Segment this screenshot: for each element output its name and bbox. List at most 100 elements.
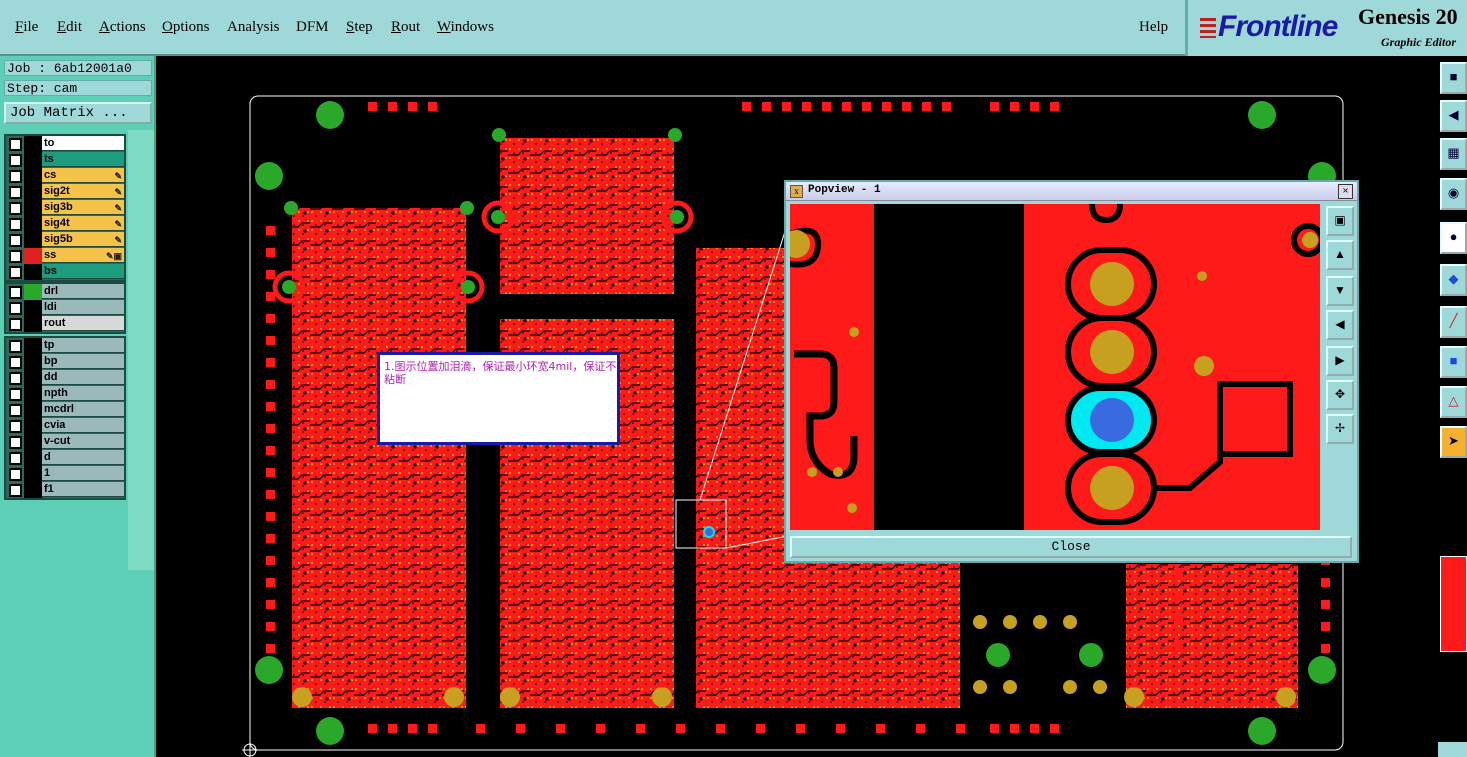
layer-row-mcdrl[interactable]: mcdrl: [6, 402, 124, 418]
layer-affected-indicator[interactable]: [24, 386, 42, 402]
pointer-tool-button[interactable]: ➤: [1440, 426, 1467, 458]
popview-pan-button[interactable]: ✢: [1326, 414, 1354, 444]
popview-titlebar[interactable]: x Popview - 1 ×: [786, 182, 1357, 201]
layer-checkbox[interactable]: [9, 436, 22, 449]
layer-affected-indicator[interactable]: [24, 216, 42, 232]
layer-affected-indicator[interactable]: [24, 264, 42, 280]
layer-row-dd[interactable]: dd: [6, 370, 124, 386]
layer-affected-indicator[interactable]: [24, 284, 42, 300]
layer-row-ldi[interactable]: ldi: [6, 300, 124, 316]
layer-name[interactable]: tp: [42, 338, 124, 353]
layer-affected-indicator[interactable]: [24, 248, 42, 264]
layer-affected-indicator[interactable]: [24, 136, 42, 152]
layer-row-bs[interactable]: bs: [6, 264, 124, 280]
layer-affected-indicator[interactable]: [24, 354, 42, 370]
layer-affected-indicator[interactable]: [24, 184, 42, 200]
menu-edit[interactable]: Edit: [57, 19, 82, 36]
menu-step[interactable]: Step: [346, 19, 373, 36]
layer-row-cvia[interactable]: cvia: [6, 418, 124, 434]
snap-tool-button[interactable]: ■: [1440, 346, 1467, 378]
zoom-home-button[interactable]: ■: [1440, 62, 1467, 94]
layer-checkbox[interactable]: [9, 484, 22, 497]
layer-row-drl[interactable]: drl: [6, 284, 124, 300]
layer-name[interactable]: ldi: [42, 300, 124, 315]
layer-affected-indicator[interactable]: [24, 450, 42, 466]
layer-name[interactable]: sig4t ✎: [42, 216, 124, 231]
layer-checkbox[interactable]: [9, 170, 22, 183]
layer-checkbox[interactable]: [9, 420, 22, 433]
layer-affected-indicator[interactable]: [24, 300, 42, 316]
menu-file[interactable]: File: [15, 19, 38, 36]
triangle-tool-button[interactable]: △: [1440, 386, 1467, 418]
layer-name[interactable]: bp: [42, 354, 124, 369]
layer-affected-indicator[interactable]: [24, 152, 42, 168]
menu-analysis[interactable]: Analysis: [227, 19, 280, 36]
layer-affected-indicator[interactable]: [24, 418, 42, 434]
layer-row-tp[interactable]: tp: [6, 338, 124, 354]
layer-checkbox[interactable]: [9, 266, 22, 279]
layer-checkbox[interactable]: [9, 154, 22, 167]
layer-checkbox[interactable]: [9, 372, 22, 385]
layer-name[interactable]: npth: [42, 386, 124, 401]
layer-row-ts[interactable]: ts: [6, 152, 124, 168]
layer-row-sig2t[interactable]: sig2t ✎: [6, 184, 124, 200]
layer-row-cs[interactable]: cs ✎: [6, 168, 124, 184]
layer-affected-indicator[interactable]: [24, 200, 42, 216]
layer-checkbox[interactable]: [9, 218, 22, 231]
layer-name[interactable]: drl: [42, 284, 124, 299]
layer-checkbox[interactable]: [9, 356, 22, 369]
layer-checkbox[interactable]: [9, 138, 22, 151]
layer-checkbox[interactable]: [9, 340, 22, 353]
menu-rout[interactable]: Rout: [391, 19, 420, 36]
layer-checkbox[interactable]: [9, 318, 22, 331]
popview-zoom-in-button[interactable]: ▣: [1326, 206, 1354, 236]
layer-row-sig4t[interactable]: sig4t ✎: [6, 216, 124, 232]
annotation-note[interactable]: 1.图示位置加泪滴，保证最小环宽4mil，保证不粘断: [377, 352, 620, 445]
layer-row-v-cut[interactable]: v-cut: [6, 434, 124, 450]
layer-name[interactable]: v-cut: [42, 434, 124, 449]
layer-affected-indicator[interactable]: [24, 482, 42, 498]
menu-options[interactable]: Options: [162, 19, 210, 36]
layer-checkbox[interactable]: [9, 302, 22, 315]
layer-name[interactable]: 1: [42, 466, 124, 481]
layer-row-1[interactable]: 1: [6, 466, 124, 482]
layer-name[interactable]: sig2t ✎: [42, 184, 124, 199]
layer-row-d[interactable]: d: [6, 450, 124, 466]
layer-row-npth[interactable]: npth: [6, 386, 124, 402]
layer-affected-indicator[interactable]: [24, 338, 42, 354]
layer-affected-indicator[interactable]: [24, 434, 42, 450]
layer-affected-indicator[interactable]: [24, 466, 42, 482]
layer-name[interactable]: dd: [42, 370, 124, 385]
layer-affected-indicator[interactable]: [24, 232, 42, 248]
popview-right-button[interactable]: ▶: [1326, 346, 1354, 376]
layer-name[interactable]: to: [42, 136, 124, 151]
popview-down-button[interactable]: ▼: [1326, 276, 1354, 306]
layer-affected-indicator[interactable]: [24, 168, 42, 184]
layer-name[interactable]: sig5b ✎: [42, 232, 124, 247]
menu-help[interactable]: Help: [1139, 19, 1168, 36]
menu-actions[interactable]: Actions: [99, 19, 146, 36]
job-matrix-button[interactable]: Job Matrix ...: [4, 102, 152, 124]
layer-name[interactable]: ts: [42, 152, 124, 167]
popview-up-button[interactable]: ▲: [1326, 240, 1354, 270]
pan-left-button[interactable]: ◀: [1440, 100, 1467, 132]
feature-select-button[interactable]: ●: [1440, 222, 1467, 254]
popview-left-button[interactable]: ◀: [1326, 310, 1354, 340]
layer-checkbox[interactable]: [9, 404, 22, 417]
layer-checkbox[interactable]: [9, 468, 22, 481]
layer-name[interactable]: f1: [42, 482, 124, 497]
popview-fit-button[interactable]: ✥: [1326, 380, 1354, 410]
fit-button[interactable]: ▦: [1440, 138, 1467, 170]
layer-row-rout[interactable]: rout: [6, 316, 124, 332]
layer-checkbox[interactable]: [9, 186, 22, 199]
net-tool-button[interactable]: ◆: [1440, 264, 1467, 296]
layer-checkbox[interactable]: [9, 202, 22, 215]
layer-name[interactable]: rout: [42, 316, 124, 331]
layer-list-scrollbar[interactable]: [128, 130, 154, 570]
layer-checkbox[interactable]: [9, 388, 22, 401]
measure-tool-button[interactable]: ╱: [1440, 306, 1467, 338]
layer-affected-indicator[interactable]: [24, 370, 42, 386]
layer-name[interactable]: cvia: [42, 418, 124, 433]
layer-row-bp[interactable]: bp: [6, 354, 124, 370]
layer-row-sig3b[interactable]: sig3b ✎: [6, 200, 124, 216]
